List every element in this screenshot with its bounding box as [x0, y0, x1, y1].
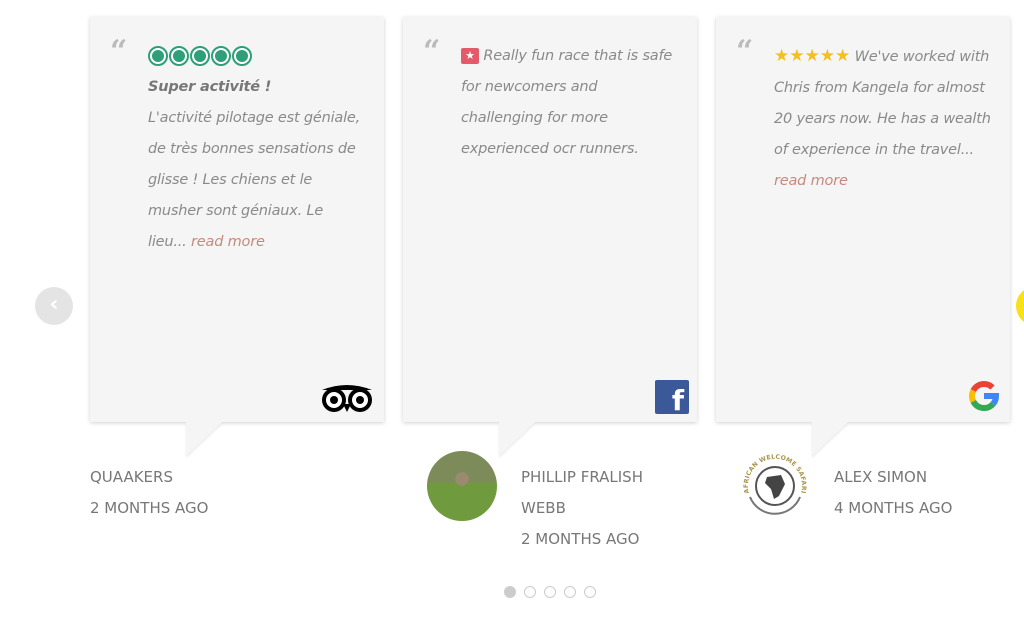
reviewer-name[interactable]: Alex Simon: [834, 462, 952, 493]
pagination-dots: [504, 586, 596, 598]
review-card: “ ★★★★★ We've worked with Chris from Kan…: [716, 17, 1010, 456]
review-text: L'activité pilotage est géniale, de très…: [148, 110, 361, 250]
quote-icon: “: [110, 34, 128, 69]
pagination-dot-1[interactable]: [504, 586, 516, 598]
star-rating: ★★★★★: [774, 46, 851, 66]
pagination-dot-3[interactable]: [544, 586, 556, 598]
avatar: [427, 451, 497, 521]
review-card: “ Super activité ! L'activité pilotage e…: [90, 17, 384, 456]
read-more-link[interactable]: read more: [191, 234, 265, 250]
quote-icon: “: [736, 34, 754, 69]
avatar: AFRICAN WELCOME SAFARIS: [740, 451, 810, 521]
recommend-icon: ★: [461, 48, 479, 64]
reviewer-info: Quaakers 2 months ago: [90, 462, 208, 524]
pagination-dot-4[interactable]: [564, 586, 576, 598]
quote-icon: “: [423, 34, 441, 69]
review-time: 4 months ago: [834, 499, 953, 517]
tripadvisor-icon: [322, 385, 372, 412]
african-welcome-safaris-logo: AFRICAN WELCOME SAFARIS: [740, 451, 807, 515]
reviewer-name[interactable]: Quaakers: [90, 462, 208, 493]
next-arrow-button[interactable]: [1016, 286, 1024, 326]
review-text: Really fun race that is safe for newcome…: [461, 48, 673, 157]
read-more-link[interactable]: read more: [774, 173, 848, 189]
review-card: “ ★ Really fun race that is safe for new…: [403, 17, 697, 456]
reviewer-info: Alex Simon 4 months ago: [834, 462, 952, 524]
review-time: 2 months ago: [90, 499, 209, 517]
tripadvisor-rating: [148, 46, 252, 66]
previous-arrow-button[interactable]: ‹: [35, 287, 73, 325]
pagination-dot-2[interactable]: [524, 586, 536, 598]
review-time: 2 months ago: [521, 530, 640, 548]
reviewer-name[interactable]: Phillip Fralish Webb: [521, 462, 671, 524]
reviewer-info: Phillip Fralish Webb 2 months ago: [521, 462, 671, 555]
google-icon: [969, 380, 1000, 412]
facebook-icon: f: [655, 380, 689, 417]
review-title: Super activité !: [148, 79, 272, 95]
pagination-dot-5[interactable]: [584, 586, 596, 598]
